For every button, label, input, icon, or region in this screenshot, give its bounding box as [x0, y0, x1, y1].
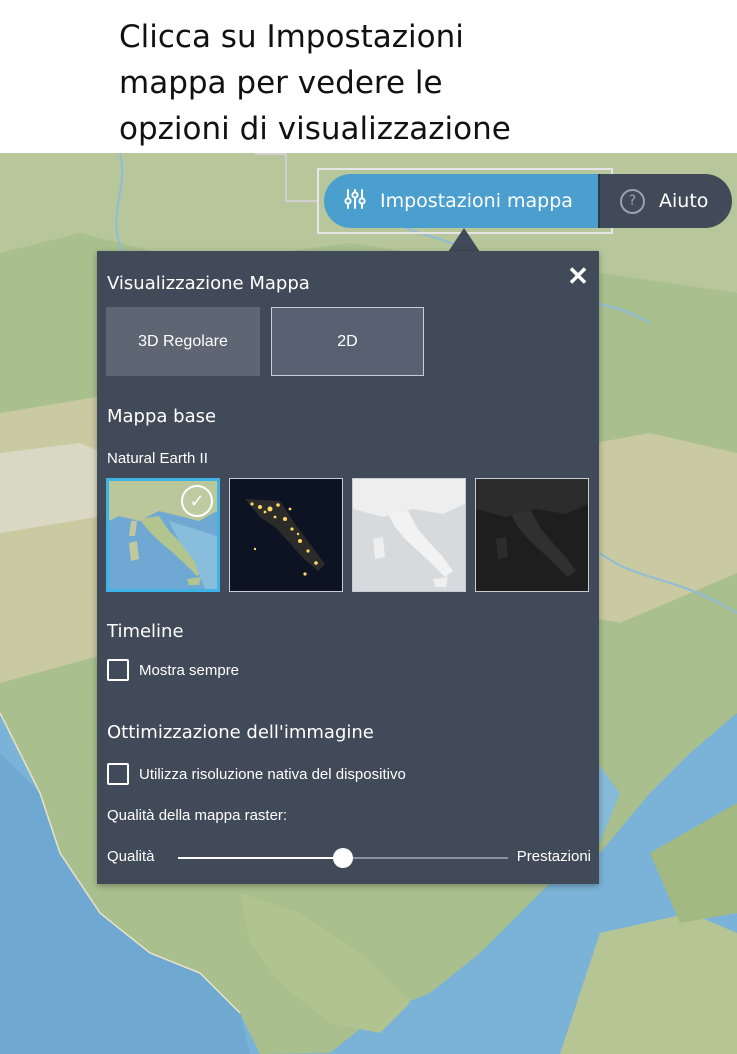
slider-right-label: Prestazioni — [516, 848, 591, 865]
dark-gray-thumbnail — [476, 479, 588, 591]
basemap-thumb-dark-gray[interactable] — [475, 478, 589, 592]
timeline-option[interactable]: Mostra sempre — [107, 659, 239, 681]
slider-left-label: Qualità — [107, 848, 155, 865]
view-mode-2d-button[interactable]: 2D — [271, 307, 424, 376]
basemap-selected-name: Natural Earth II — [107, 450, 208, 467]
sliders-icon — [344, 188, 366, 215]
raster-quality-slider[interactable] — [178, 848, 508, 868]
map-settings-button[interactable]: Impostazioni mappa — [324, 174, 600, 228]
question-circle-icon: ? — [620, 188, 645, 214]
timeline-checkbox[interactable] — [107, 659, 129, 681]
view-mode-3d-button[interactable]: 3D Regolare — [106, 307, 260, 376]
slider-thumb[interactable] — [333, 848, 353, 868]
selected-check-icon: ✓ — [181, 485, 213, 517]
native-resolution-option[interactable]: Utilizza risoluzione nativa del disposit… — [107, 763, 406, 785]
slider-fill — [178, 857, 343, 859]
caption-line-2: mappa per vedere le — [119, 65, 443, 101]
basemap-thumb-night-lights[interactable] — [229, 478, 343, 592]
callout-connector-horizontal — [285, 200, 319, 202]
caption-line-1: Clicca su Impostazioni — [119, 19, 464, 55]
basemap-thumb-light-gray[interactable] — [352, 478, 466, 592]
callout-connector-vertical — [285, 153, 287, 201]
native-resolution-checkbox[interactable] — [107, 763, 129, 785]
native-resolution-label: Utilizza risoluzione nativa del disposit… — [139, 765, 406, 783]
basemap-section-title: Mappa base — [107, 406, 217, 427]
panel-pointer — [448, 228, 480, 252]
help-label: Aiuto — [659, 190, 709, 212]
map-settings-panel: ✕ Visualizzazione Mappa 3D Regolare 2D M… — [97, 251, 599, 884]
timeline-section-title: Timeline — [107, 621, 184, 642]
timeline-option-label: Mostra sempre — [139, 661, 240, 679]
optimization-section-title: Ottimizzazione dell'immagine — [107, 722, 374, 743]
raster-quality-label: Qualità della mappa raster: — [107, 807, 288, 824]
raster-quality-slider-row: Qualità Prestazioni — [107, 846, 591, 870]
close-icon[interactable]: ✕ — [565, 263, 591, 289]
basemap-thumb-natural-earth[interactable]: ✓ — [106, 478, 220, 592]
help-button[interactable]: ? Aiuto — [600, 174, 732, 228]
view-section-title: Visualizzazione Mappa — [107, 273, 310, 294]
map-settings-label: Impostazioni mappa — [380, 190, 573, 212]
light-gray-thumbnail — [353, 479, 465, 591]
callout-connector-top — [255, 153, 287, 155]
caption-line-3: opzioni di visualizzazione — [119, 111, 511, 147]
night-lights-thumbnail — [230, 479, 342, 591]
instruction-caption: Clicca su Impostazioni mappa per vedere … — [119, 14, 589, 152]
